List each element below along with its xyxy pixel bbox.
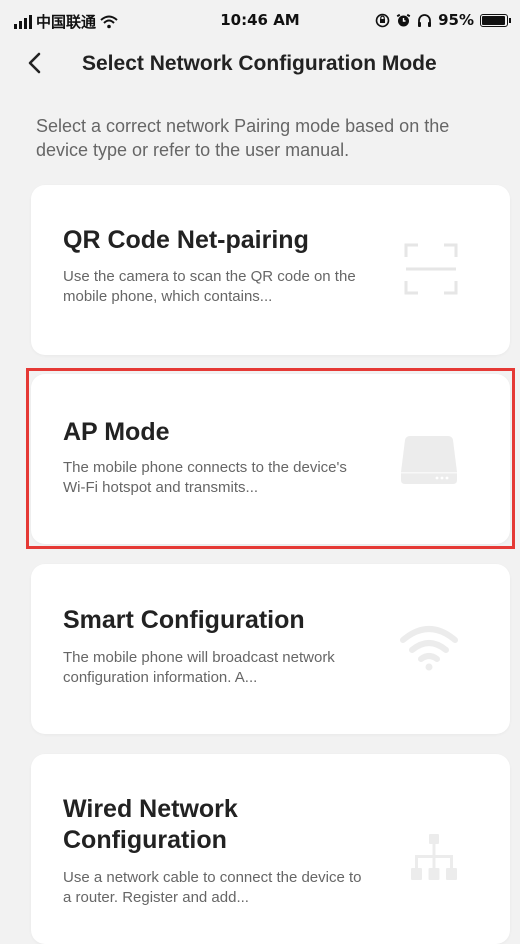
mode-card-qr-code[interactable]: QR Code Net-pairing Use the camera to sc… <box>31 185 510 355</box>
mode-card-title: AP Mode <box>63 418 170 446</box>
wifi-icon <box>400 626 458 671</box>
mode-card-title: QR Code Net-pairing <box>63 226 309 254</box>
page-title: Select Network Configuration Mode <box>82 52 437 75</box>
headphones-icon <box>418 13 432 27</box>
mode-card-title: Wired Network Configuration <box>63 795 238 854</box>
network-tree-icon <box>411 834 457 880</box>
mode-card-smart-configuration[interactable]: Smart Configuration The mobile phone wil… <box>31 564 510 734</box>
mode-card-wired-network[interactable]: Wired Network Configuration Use a networ… <box>31 754 510 944</box>
mode-card-description: Use the camera to scan the QR code on th… <box>63 268 356 305</box>
mode-card-description: The mobile phone connects to the device'… <box>63 459 347 496</box>
mode-card-title: Smart Configuration <box>63 606 305 634</box>
nav-bar: Select Network Configuration Mode <box>0 40 520 88</box>
alarm-icon <box>396 13 411 26</box>
mode-card-description: Use a network cable to connect the devic… <box>63 869 362 906</box>
router-icon <box>401 436 457 484</box>
battery-icon <box>480 13 511 27</box>
back-icon[interactable] <box>22 50 48 76</box>
mode-card-description: The mobile phone will broadcast network … <box>63 649 335 686</box>
battery-percent: 95% <box>438 11 474 29</box>
mode-card-ap-mode[interactable]: AP Mode The mobile phone connects to the… <box>31 374 510 544</box>
rotation-lock-icon <box>375 13 390 27</box>
status-right: 95% <box>375 11 511 29</box>
qr-scan-icon <box>404 243 458 295</box>
instructions-text: Select a correct network Pairing mode ba… <box>36 116 450 160</box>
status-bar: 中国联通 10:46 AM 95% <box>0 0 520 40</box>
